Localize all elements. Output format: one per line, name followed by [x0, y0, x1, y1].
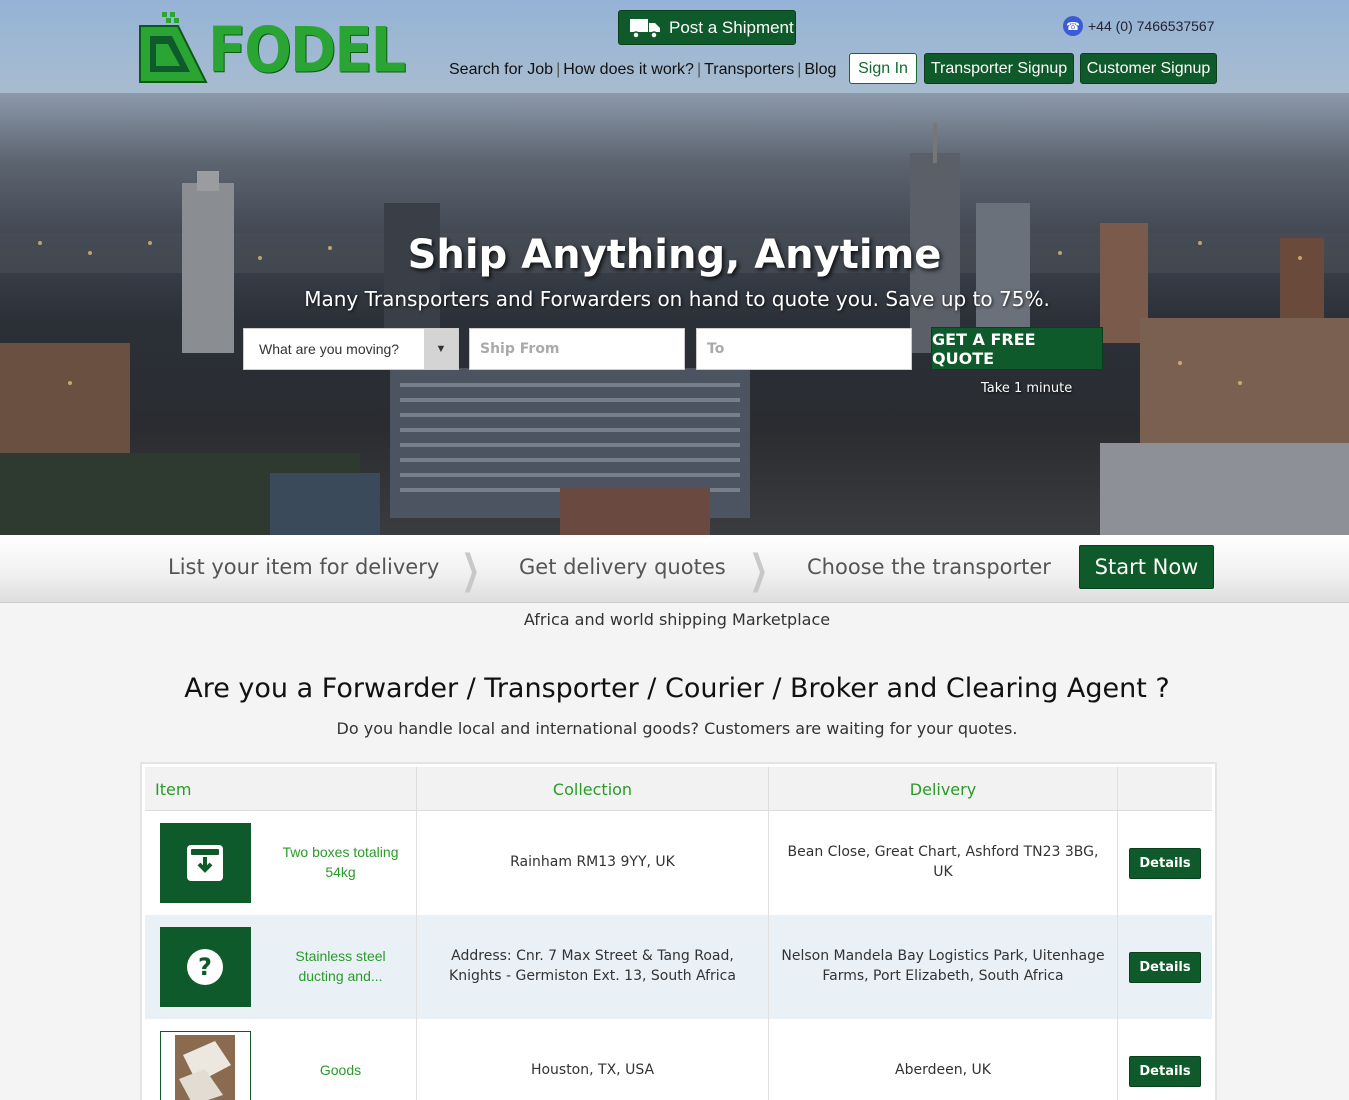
question-icon: ?	[187, 949, 223, 985]
site-logo[interactable]: FODEL	[138, 12, 406, 84]
nav-how-it-works[interactable]: How does it work?	[563, 61, 694, 79]
nav-separator: |	[556, 61, 561, 78]
item-name[interactable]: Goods	[265, 1019, 417, 1100]
column-header-delivery: Delivery	[769, 767, 1118, 811]
item-thumbnail[interactable]	[159, 823, 251, 903]
hero-title: Ship Anything, Anytime	[407, 232, 942, 278]
transporter-signup-button[interactable]: Transporter Signup	[924, 53, 1074, 84]
delivery-address: Bean Close, Great Chart, Ashford TN23 3B…	[769, 811, 1118, 915]
nav-transporters[interactable]: Transporters	[704, 61, 794, 79]
collection-address: Houston, TX, USA	[417, 1019, 769, 1100]
delivery-address: Nelson Mandela Bay Logistics Park, Uiten…	[769, 915, 1118, 1019]
main-nav: Search for Job | How does it work? | Trans…	[449, 61, 836, 79]
column-header-collection: Collection	[417, 767, 769, 811]
phone-contact[interactable]: ☎ +44 (0) 7466537567	[1063, 16, 1215, 36]
ship-to-input[interactable]	[696, 328, 912, 370]
details-cell: Details	[1118, 811, 1212, 915]
nav-search-job[interactable]: Search for Job	[449, 61, 553, 79]
delivery-address: Aberdeen, UK	[769, 1019, 1118, 1100]
step-get-quotes: Get delivery quotes	[519, 555, 726, 579]
moving-select[interactable]: What are you moving? ▼	[243, 328, 459, 370]
item-name[interactable]: Two boxes totaling 54kg	[265, 811, 417, 915]
details-button[interactable]: Details	[1129, 1055, 1201, 1087]
details-cell: Details	[1118, 1019, 1212, 1100]
item-thumbnail[interactable]: ?	[159, 927, 251, 1007]
item-thumbnail-cell: ?	[145, 915, 265, 1019]
transporter-section-title: Are you a Forwarder / Transporter / Cour…	[184, 673, 1170, 704]
chevron-right-icon: ❯	[749, 547, 768, 593]
quote-time-note: Take 1 minute	[981, 381, 1073, 396]
city-skyline-image	[0, 123, 1349, 535]
item-thumbnail-cell	[145, 1019, 265, 1100]
column-header-item: Item	[145, 767, 417, 811]
phone-icon: ☎	[1063, 16, 1083, 36]
item-thumbnail[interactable]	[159, 1031, 251, 1100]
moving-select-value: What are you moving?	[259, 341, 400, 357]
post-shipment-label: Post a Shipment	[669, 17, 794, 37]
item-name[interactable]: Stainless steel ducting and...	[265, 915, 417, 1019]
sign-in-button[interactable]: Sign In	[849, 53, 917, 84]
logo-mark-icon	[139, 12, 208, 83]
chevron-right-icon: ❯	[461, 547, 480, 593]
collection-address: Rainham RM13 9YY, UK	[417, 811, 769, 915]
svg-text:?: ?	[198, 953, 212, 981]
steps-bar: List your item for delivery ❯ Get delive…	[0, 535, 1349, 603]
table-row: Goods Houston, TX, USA Aberdeen, UK Deta…	[145, 1019, 1212, 1100]
goods-photo	[175, 1035, 235, 1100]
archive-box-icon	[187, 845, 223, 881]
details-button[interactable]: Details	[1129, 951, 1201, 983]
ship-from-input[interactable]	[469, 328, 685, 370]
nav-blog[interactable]: Blog	[804, 61, 836, 79]
details-cell: Details	[1118, 915, 1212, 1019]
table-header: Item Collection Delivery	[145, 767, 1212, 811]
step-list-item: List your item for delivery	[168, 555, 440, 579]
nav-separator: |	[696, 61, 702, 78]
dropdown-arrow-icon: ▼	[424, 329, 458, 369]
collection-address: Address: Cnr. 7 Max Street & Tang Road, …	[417, 915, 769, 1019]
details-button[interactable]: Details	[1129, 847, 1201, 879]
phone-number: +44 (0) 7466537567	[1088, 18, 1215, 34]
start-now-button[interactable]: Start Now	[1079, 545, 1214, 589]
logo-text: FODEL	[208, 14, 406, 88]
table-row: Two boxes totaling 54kg Rainham RM13 9YY…	[145, 811, 1212, 915]
customer-signup-button[interactable]: Customer Signup	[1080, 53, 1217, 84]
step-choose-transporter: Choose the transporter	[807, 555, 1051, 579]
jobs-table: Item Collection Delivery Two boxes total…	[140, 762, 1217, 1100]
hero-subtitle: Many Transporters and Forwarders on hand…	[304, 287, 1050, 311]
post-shipment-button[interactable]: Post a Shipment	[618, 10, 796, 45]
transporter-section-subtitle: Do you handle local and international go…	[336, 719, 1018, 738]
table-row: ? Stainless steel ducting and... Address…	[145, 915, 1212, 1019]
get-free-quote-button[interactable]: GET A FREE QUOTE	[931, 327, 1103, 370]
nav-separator: |	[797, 61, 802, 78]
item-thumbnail-cell	[145, 811, 265, 915]
marketplace-tagline: Africa and world shipping Marketplace	[523, 610, 831, 629]
truck-icon	[630, 18, 660, 39]
